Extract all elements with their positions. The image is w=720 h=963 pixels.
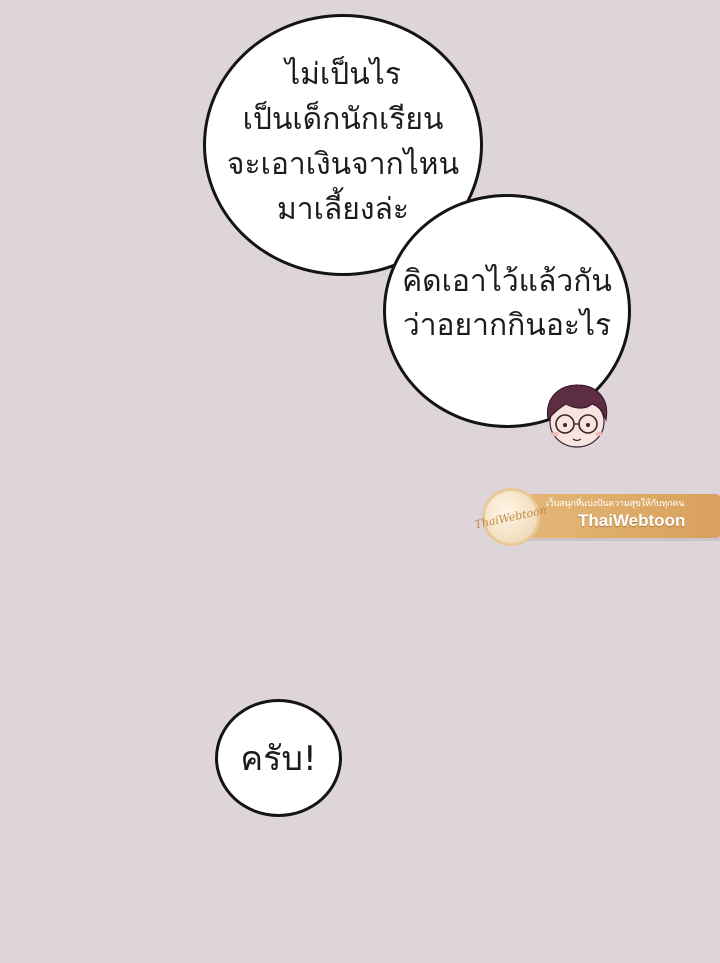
watermark-name: ThaiWebtoon — [578, 511, 686, 530]
watermark-logo-icon: ThaiWebtoon — [474, 488, 548, 546]
speech-text-bottom: ครับ! — [240, 739, 317, 779]
speech-text-top: ไม่เป็นไร เป็นเด็กนักเรียน จะเอาเงินจากไ… — [226, 57, 460, 227]
speech-bubble-bottom: ครับ! — [215, 699, 342, 817]
chibi-face-icon — [546, 384, 608, 448]
watermark-logo-text: ThaiWebtoon — [473, 503, 549, 531]
speech-text-middle: คิดเอาไว้แล้วกัน ว่าอยากกินอะไร — [402, 264, 612, 343]
watermark-tagline: เว็บสนุกที่แบ่งปันความสุขให้กับทุกคน — [546, 499, 685, 509]
watermark: เว็บสนุกที่แบ่งปันความสุขให้กับทุกคน Tha… — [474, 482, 720, 552]
